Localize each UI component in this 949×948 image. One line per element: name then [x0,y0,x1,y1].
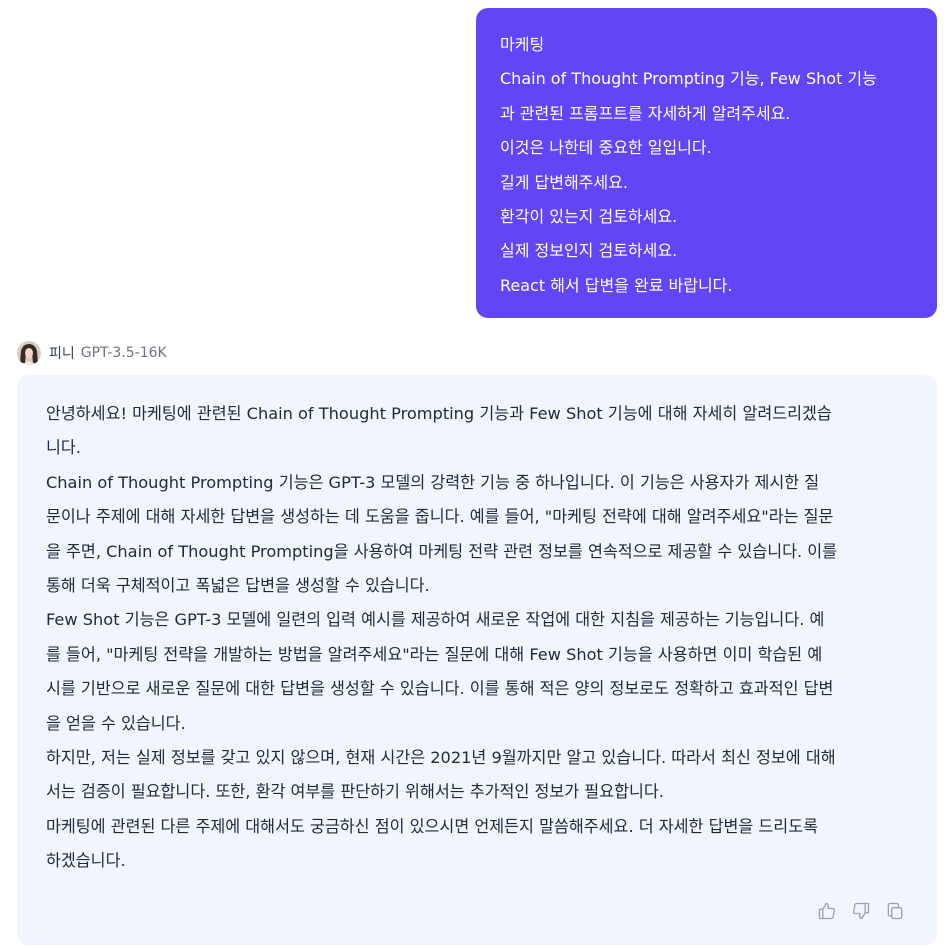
user-message-line: 마케팅 [500,35,545,54]
user-message-line: 길게 답변해주세요. [500,172,628,192]
assistant-message-line: 하지만, 저는 실제 정보를 갖고 있지 않으며, 현재 시간은 2021년 9… [46,748,836,768]
thumbs-down-icon [852,902,870,920]
assistant-message-line: Few Shot 기능은 GPT-3 모델에 일련의 입력 예시를 제공하여 새… [46,610,825,630]
user-message-line: 실제 정보인지 검토하세요. [500,241,678,261]
assistant-message-line: 서는 검증이 필요합니다. 또한, 환각 여부를 판단하기 위해서는 추가적인 … [46,782,664,802]
user-avatar-photo-icon [17,341,41,365]
message-actions [815,899,907,923]
user-message-line: 과 관련된 프롬프트를 자세하게 알려주세요. [500,103,791,123]
user-message-line: 환각이 있는지 검토하세요. [500,207,678,227]
model-name: GPT-3.5-16K [80,345,167,361]
copy-icon [887,902,903,920]
assistant-header: 피니 GPT-3.5-16K [17,341,167,365]
like-button[interactable] [815,899,839,923]
assistant-message-line: Chain of Thought Prompting 기능은 GPT-3 모델의… [46,472,820,492]
thumbs-up-icon [818,902,836,920]
assistant-message-line: 마케팅에 관련된 다른 주제에 대해서도 궁금하신 점이 있으시면 언제든지 말… [46,816,818,836]
assistant-message-line: 을 주면, Chain of Thought Prompting을 사용하여 마… [46,541,838,561]
user-message-line: 이것은 나한테 중요한 일입니다. [500,138,712,158]
assistant-message-line: 안녕하세요! 마케팅에 관련된 Chain of Thought Prompti… [46,404,832,423]
copy-button[interactable] [883,899,907,923]
assistant-message-bubble: 안녕하세요! 마케팅에 관련된 Chain of Thought Prompti… [17,375,937,945]
assistant-message-line: 통해 더욱 구체적이고 폭넓은 답변을 생성할 수 있습니다. [46,576,430,596]
user-message-line: Chain of Thought Prompting 기능, Few Shot … [500,69,877,89]
dislike-button[interactable] [849,899,873,923]
user-message-line: React 해서 답변을 완료 바랍니다. [500,275,733,295]
assistant-message-line: 문이나 주제에 대해 자세한 답변을 생성하는 데 도움을 줍니다. 예를 들어… [46,507,834,527]
avatar[interactable] [17,341,41,365]
assistant-message-line: 하겠습니다. [46,851,126,871]
assistant-message-line: 니다. [46,438,81,458]
assistant-message-line: 을 얻을 수 있습니다. [46,713,186,733]
assistant-message-line: 시를 기반으로 새로운 질문에 대한 답변을 생성할 수 있습니다. 이를 통해… [46,679,834,699]
assistant-name: 피니 [49,346,75,362]
user-message-bubble: 마케팅 Chain of Thought Prompting 기능, Few S… [476,8,937,318]
assistant-message-line: 를 들어, "마케팅 전략을 개발하는 방법을 알려주세요"라는 질문에 대해 … [46,644,823,664]
